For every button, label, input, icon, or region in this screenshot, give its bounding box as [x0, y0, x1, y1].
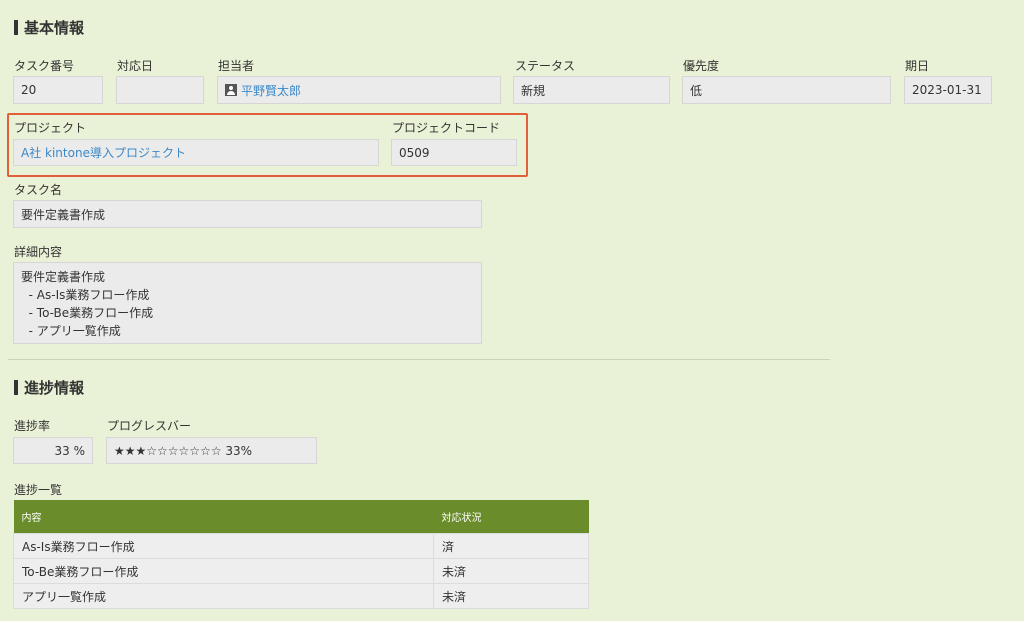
section-marker: [14, 20, 18, 35]
progress-rate-label: 進捗率: [14, 419, 51, 433]
task-number-value: 20: [21, 83, 37, 97]
response-date-label: 対応日: [117, 59, 154, 73]
assignee-link[interactable]: 平野賢太郎: [241, 82, 301, 99]
progress-list-label: 進捗一覧: [14, 483, 63, 497]
table-row: アプリ一覧作成 未済: [13, 583, 589, 609]
project-code-label: プロジェクトコード: [392, 121, 501, 135]
details-field[interactable]: 要件定義書作成 - As-Is業務フロー作成 - To-Be業務フロー作成 - …: [13, 262, 482, 344]
progress-bar-field[interactable]: ★★★☆☆☆☆☆☆☆ 33%: [106, 437, 317, 464]
priority-field[interactable]: 低: [682, 76, 891, 104]
column-header-content: 内容: [13, 500, 434, 534]
project-link[interactable]: A社 kintone導入プロジェクト: [21, 144, 186, 161]
table-cell-status: 未済: [433, 583, 589, 609]
task-number-label: タスク番号: [14, 59, 75, 73]
due-date-value: 2023-01-31: [912, 83, 982, 97]
project-field[interactable]: A社 kintone導入プロジェクト: [13, 139, 379, 166]
progress-bar-value: ★★★☆☆☆☆☆☆☆ 33%: [114, 443, 253, 458]
table-row: As-Is業務フロー作成 済: [13, 533, 589, 559]
table-cell-content: As-Is業務フロー作成: [13, 533, 434, 559]
project-code-value: 0509: [399, 145, 430, 160]
table-cell-content: アプリ一覧作成: [13, 583, 434, 609]
task-number-field[interactable]: 20: [13, 76, 103, 104]
progress-bar-label: プログレスバー: [107, 419, 192, 433]
progress-rate-value: 33 %: [54, 443, 86, 458]
details-label: 詳細内容: [14, 245, 63, 259]
table-header-row: 内容 対応状況: [13, 500, 589, 534]
basic-info-title-text: 基本情報: [24, 19, 85, 37]
assignee-field[interactable]: 平野賢太郎: [217, 76, 501, 104]
progress-title-text: 進捗情報: [24, 379, 85, 397]
details-value: 要件定義書作成 - As-Is業務フロー作成 - To-Be業務フロー作成 - …: [21, 270, 154, 338]
section-divider: [8, 359, 830, 360]
table-cell-status: 済: [433, 533, 589, 559]
priority-label: 優先度: [683, 59, 720, 73]
due-date-label: 期日: [905, 59, 930, 73]
table-cell-content: To-Be業務フロー作成: [13, 558, 434, 584]
status-value: 新規: [521, 83, 546, 98]
priority-value: 低: [690, 83, 703, 98]
column-header-status: 対応状況: [433, 500, 589, 534]
due-date-field[interactable]: 2023-01-31: [904, 76, 992, 104]
table-row: To-Be業務フロー作成 未済: [13, 558, 589, 584]
progress-table: 内容 対応状況 As-Is業務フロー作成 済 To-Be業務フロー作成 未済 ア…: [13, 500, 589, 609]
task-name-field[interactable]: 要件定義書作成: [13, 200, 482, 228]
task-name-value: 要件定義書作成: [21, 207, 106, 222]
response-date-field[interactable]: [116, 76, 204, 104]
task-name-label: タスク名: [14, 183, 63, 197]
progress-rate-field[interactable]: 33 %: [13, 437, 93, 464]
user-icon: [225, 84, 237, 96]
status-field[interactable]: 新規: [513, 76, 670, 104]
assignee-label: 担当者: [218, 59, 255, 73]
basic-info-section-title: 基本情報: [14, 17, 84, 38]
progress-section-title: 進捗情報: [14, 377, 84, 398]
table-cell-status: 未済: [433, 558, 589, 584]
section-marker: [14, 380, 18, 395]
project-code-field[interactable]: 0509: [391, 139, 517, 166]
status-label: ステータス: [515, 59, 576, 73]
project-label: プロジェクト: [14, 121, 87, 135]
